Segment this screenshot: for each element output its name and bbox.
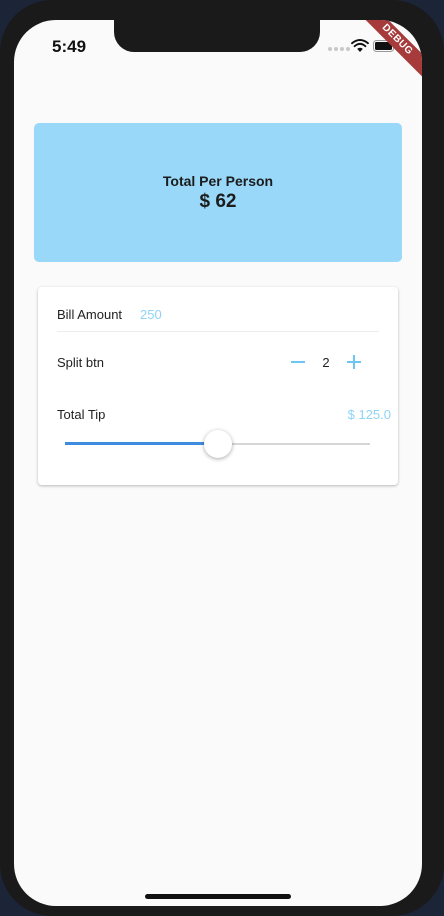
home-indicator <box>145 894 291 899</box>
tip-slider[interactable] <box>65 430 370 458</box>
total-per-person-amount: $ 62 <box>199 191 237 212</box>
total-per-person-card: Total Per Person $ 62 <box>34 123 402 262</box>
bill-amount-label: Bill Amount <box>57 307 123 322</box>
bill-amount-field[interactable]: Bill Amount 250 <box>57 299 379 332</box>
increase-split-button[interactable] <box>345 351 363 373</box>
total-tip-value: $ 125.0 <box>347 407 391 422</box>
status-time: 5:49 <box>52 37 87 56</box>
phone-frame: 5:49 DEBUG Total Per Person $ 62 Bill Am… <box>0 0 444 916</box>
device-notch <box>114 20 320 52</box>
minus-icon <box>291 361 305 363</box>
wifi-icon <box>351 39 369 52</box>
total-tip-label: Total Tip <box>57 407 106 422</box>
tip-slider-thumb[interactable] <box>203 430 232 458</box>
app-screen: 5:49 DEBUG Total Per Person $ 62 Bill Am… <box>14 20 422 906</box>
split-count: 2 <box>322 355 330 370</box>
bill-input-card: Bill Amount 250 Split btn 2 Total Tip $ … <box>38 287 398 485</box>
cellular-signal-icon <box>328 47 350 51</box>
split-label: Split btn <box>57 355 104 370</box>
total-per-person-title: Total Per Person <box>162 173 274 189</box>
bill-amount-value[interactable]: 250 <box>140 307 162 322</box>
tip-slider-active-track <box>65 442 218 445</box>
decrease-split-button[interactable] <box>289 351 307 373</box>
